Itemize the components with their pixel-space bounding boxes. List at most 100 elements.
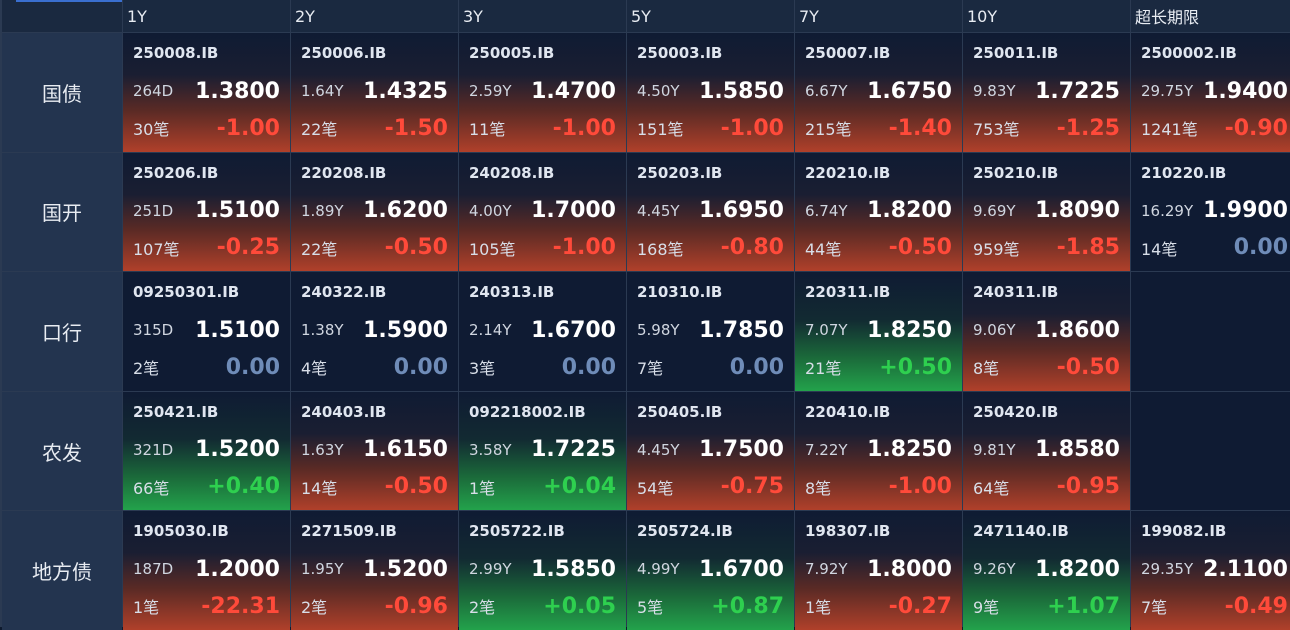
bond-cell[interactable]: 220210.IB 6.74Y 1.8200 44笔 -0.50 <box>795 152 962 272</box>
yield-value: 1.5900 <box>363 317 448 343</box>
column-header-1[interactable]: 2Y <box>291 0 458 32</box>
bond-cell[interactable]: 220410.IB 7.22Y 1.8250 8笔 -1.00 <box>795 391 962 511</box>
bond-cell[interactable]: 2271509.IB 1.95Y 1.5200 2笔 -0.96 <box>291 511 458 630</box>
bond-cell[interactable]: 199082.IB 29.35Y 2.1100 7笔 -0.49 <box>1131 511 1290 630</box>
yield-value: 1.8600 <box>1035 317 1120 343</box>
yield-value: 1.8090 <box>1035 198 1120 224</box>
yield-change: -1.85 <box>1056 235 1120 261</box>
bond-code: 220410.IB <box>805 402 891 421</box>
yield-line: 1.38Y 1.5900 <box>301 317 448 343</box>
yield-line: 2.59Y 1.4700 <box>469 78 616 104</box>
bond-cell[interactable]: 250011.IB 9.83Y 1.7225 753笔 -1.25 <box>963 33 1130 152</box>
bond-cell[interactable]: 250005.IB 2.59Y 1.4700 11笔 -1.00 <box>459 33 626 152</box>
trade-count: 1241笔 <box>1141 120 1198 139</box>
yield-value: 1.6150 <box>363 437 448 463</box>
bond-cell[interactable]: 250003.IB 4.50Y 1.5850 151笔 -1.00 <box>627 33 794 152</box>
row-label[interactable]: 国开 <box>2 152 122 272</box>
yield-line: 1.89Y 1.6200 <box>301 198 448 224</box>
column-header-5[interactable]: 10Y <box>963 0 1130 32</box>
yield-value: 1.7225 <box>531 437 616 463</box>
row-label[interactable]: 口行 <box>2 272 122 391</box>
bond-cell[interactable]: 240208.IB 4.00Y 1.7000 105笔 -1.00 <box>459 152 626 272</box>
column-header-2[interactable]: 3Y <box>459 0 626 32</box>
remaining-term: 2.59Y <box>469 82 512 100</box>
trade-count: 959笔 <box>973 239 1020 259</box>
trade-line: 66笔 +0.40 <box>133 473 280 501</box>
bond-cell[interactable]: 220311.IB 7.07Y 1.8250 21笔 +0.50 <box>795 272 962 391</box>
bond-code: 250008.IB <box>133 44 219 62</box>
remaining-term: 3.58Y <box>469 440 512 459</box>
trade-line: 2笔 -0.96 <box>301 592 448 620</box>
column-header-0[interactable]: 1Y <box>123 0 290 32</box>
bond-cell[interactable]: 240313.IB 2.14Y 1.6700 3笔 0.00 <box>459 272 626 391</box>
bond-cell[interactable]: 250421.IB 321D 1.5200 66笔 +0.40 <box>123 391 290 511</box>
yield-value: 1.6700 <box>699 556 784 582</box>
trade-count: 753笔 <box>973 120 1020 139</box>
bond-code: 250003.IB <box>637 44 723 62</box>
trade-line: 54笔 -0.75 <box>637 473 784 501</box>
bond-cell[interactable]: 250006.IB 1.64Y 1.4325 22笔 -1.50 <box>291 33 458 152</box>
bond-cell[interactable]: 250008.IB 264D 1.3800 30笔 -1.00 <box>123 33 290 152</box>
trade-count: 5笔 <box>637 598 664 618</box>
bond-cell[interactable]: 250203.IB 4.45Y 1.6950 168笔 -0.80 <box>627 152 794 272</box>
bond-cell[interactable]: 092218002.IB 3.58Y 1.7225 1笔 +0.04 <box>459 391 626 511</box>
remaining-term: 6.74Y <box>805 201 848 220</box>
remaining-term: 187D <box>133 560 174 579</box>
yield-change: -0.27 <box>888 593 952 619</box>
yield-change: -22.31 <box>201 593 280 619</box>
yield-change: -0.90 <box>1224 115 1288 141</box>
row-label[interactable]: 地方债 <box>2 511 122 630</box>
bond-code: 2271509.IB <box>301 522 397 541</box>
bond-cell[interactable]: 198307.IB 7.92Y 1.8000 1笔 -0.27 <box>795 511 962 630</box>
bond-cell[interactable]: 210220.IB 16.29Y 1.9900 14笔 0.00 <box>1131 152 1290 272</box>
remaining-term: 29.75Y <box>1141 82 1194 100</box>
yield-change: 0.00 <box>561 354 616 380</box>
yield-change: +0.04 <box>543 474 616 500</box>
bond-code: 250005.IB <box>469 44 555 62</box>
bond-code: 199082.IB <box>1141 522 1227 541</box>
yield-change: -0.25 <box>216 235 280 261</box>
yield-change: -0.50 <box>384 474 448 500</box>
row-label[interactable]: 国债 <box>2 33 122 152</box>
bond-cell[interactable]: 240322.IB 1.38Y 1.5900 4笔 0.00 <box>291 272 458 391</box>
trade-line: 2笔 0.00 <box>133 353 280 381</box>
yield-line: 264D 1.3800 <box>133 78 280 104</box>
trade-count: 168笔 <box>637 239 684 259</box>
bond-cell[interactable]: 250405.IB 4.45Y 1.7500 54笔 -0.75 <box>627 391 794 511</box>
remaining-term: 1.38Y <box>301 321 344 340</box>
trade-line: 8笔 -0.50 <box>973 353 1120 381</box>
bond-cell[interactable]: 09250301.IB 315D 1.5100 2笔 0.00 <box>123 272 290 391</box>
yield-value: 1.5100 <box>195 317 280 343</box>
yield-line: 5.98Y 1.7850 <box>637 317 784 343</box>
bond-cell[interactable]: 250206.IB 251D 1.5100 107笔 -0.25 <box>123 152 290 272</box>
bond-cell[interactable]: 2471140.IB 9.26Y 1.8200 9笔 +1.07 <box>963 511 1130 630</box>
trade-line: 9笔 +1.07 <box>973 592 1120 620</box>
bond-cell[interactable]: 250007.IB 6.67Y 1.6750 215笔 -1.40 <box>795 33 962 152</box>
remaining-term: 2.99Y <box>469 560 512 579</box>
remaining-term: 321D <box>133 440 174 459</box>
column-header-6[interactable]: 超长期限 <box>1131 0 1290 32</box>
bond-cell[interactable]: 2500002.IB 29.75Y 1.9400 1241笔 -0.90 <box>1131 33 1290 152</box>
bond-cell[interactable]: 210310.IB 5.98Y 1.7850 7笔 0.00 <box>627 272 794 391</box>
yield-change: -1.40 <box>888 115 952 141</box>
bond-cell[interactable]: 1905030.IB 187D 1.2000 1笔 -22.31 <box>123 511 290 630</box>
row-label[interactable]: 农发 <box>2 391 122 511</box>
bond-cell[interactable]: 2505722.IB 2.99Y 1.5850 2笔 +0.05 <box>459 511 626 630</box>
bond-cell[interactable]: 240311.IB 9.06Y 1.8600 8笔 -0.50 <box>963 272 1130 391</box>
yield-value: 1.5100 <box>195 198 280 224</box>
yield-change: -0.95 <box>1056 474 1120 500</box>
column-header-4[interactable]: 7Y <box>795 0 962 32</box>
yield-value: 1.9400 <box>1203 78 1288 104</box>
yield-line: 1.64Y 1.4325 <box>301 78 448 104</box>
bond-cell[interactable]: 240403.IB 1.63Y 1.6150 14笔 -0.50 <box>291 391 458 511</box>
bond-cell[interactable]: 2505724.IB 4.99Y 1.6700 5笔 +0.87 <box>627 511 794 630</box>
yield-change: -1.50 <box>384 115 448 141</box>
bond-cell[interactable]: 220208.IB 1.89Y 1.6200 22笔 -0.50 <box>291 152 458 272</box>
trade-line: 22笔 -1.50 <box>301 114 448 142</box>
column-header-3[interactable]: 5Y <box>627 0 794 32</box>
bond-cell[interactable]: 250420.IB 9.81Y 1.8580 64笔 -0.95 <box>963 391 1130 511</box>
trade-line: 168笔 -0.80 <box>637 234 784 262</box>
bond-cell[interactable]: 250210.IB 9.69Y 1.8090 959笔 -1.85 <box>963 152 1130 272</box>
bond-code: 092218002.IB <box>469 402 586 421</box>
trade-count: 54笔 <box>637 478 674 498</box>
